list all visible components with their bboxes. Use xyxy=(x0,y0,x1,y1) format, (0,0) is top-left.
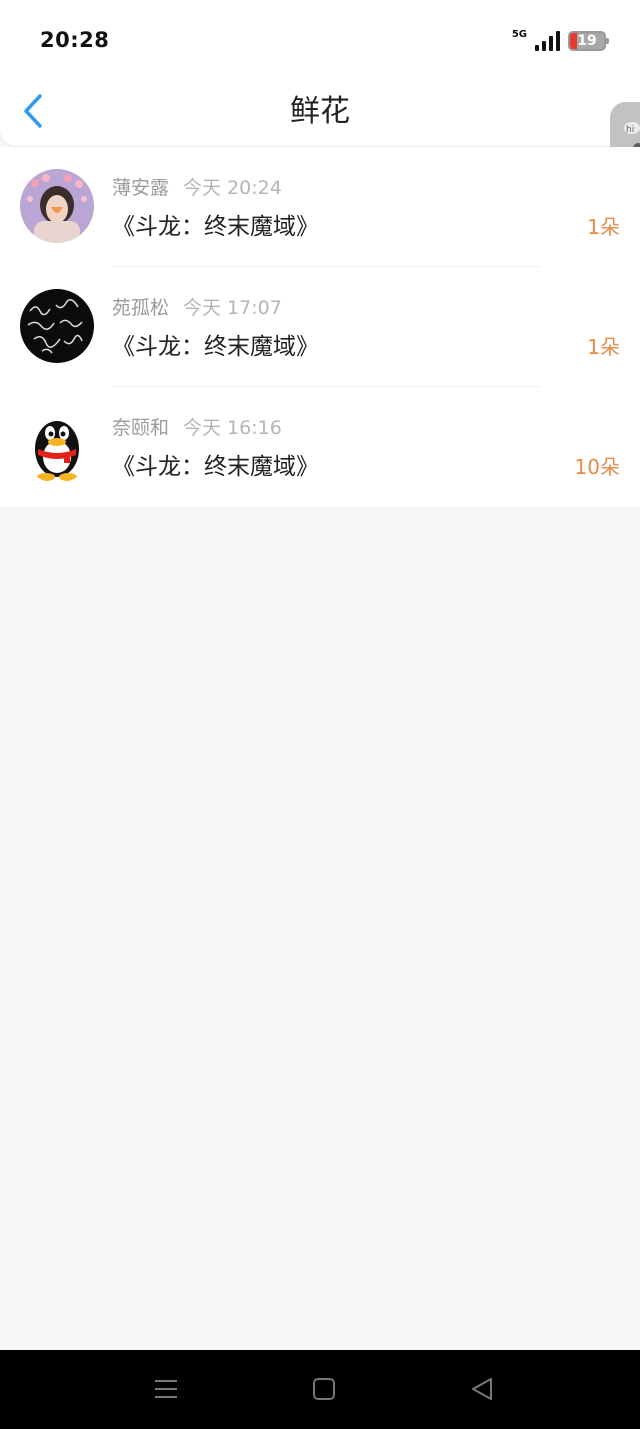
home-button[interactable] xyxy=(311,1376,337,1402)
gift-list: 薄安露 今天 20:24 《斗龙：终末魔域》 1朵 苑孤松 今天 17:07 《… xyxy=(0,147,640,507)
network-type: 5G xyxy=(511,29,527,40)
svg-text:hi: hi xyxy=(626,125,634,135)
avatar[interactable] xyxy=(20,409,94,483)
flower-count: 1朵 xyxy=(587,215,620,239)
gift-time: 今天 16:16 xyxy=(183,417,282,439)
screen: 20:28 5G 19 鲜花 hi 薄安露 今天 20:24 《斗龙：终末魔域》… xyxy=(0,0,640,1429)
flower-count: 10朵 xyxy=(574,455,620,479)
penguin-avatar-icon xyxy=(20,409,94,483)
sender-name[interactable]: 奈颐和 xyxy=(112,417,169,439)
home-icon xyxy=(313,1378,335,1400)
header: 20:28 5G 19 鲜花 xyxy=(0,0,640,146)
book-title[interactable]: 《斗龙：终末魔域》 xyxy=(112,327,319,361)
system-nav-bar xyxy=(0,1350,640,1429)
menu-icon xyxy=(155,1380,177,1398)
signal-icon xyxy=(535,31,560,51)
flower-count: 1朵 xyxy=(587,335,620,359)
gift-time: 今天 17:07 xyxy=(183,297,282,319)
list-item[interactable]: 薄安露 今天 20:24 《斗龙：终末魔域》 1朵 xyxy=(0,147,640,267)
battery-level: 19 xyxy=(577,33,597,49)
photo-avatar-icon xyxy=(20,169,94,243)
avatar[interactable] xyxy=(20,169,94,243)
gift-meta: 薄安露 今天 20:24 xyxy=(112,173,282,200)
back-nav-button[interactable] xyxy=(469,1376,495,1402)
gift-meta: 奈颐和 今天 16:16 xyxy=(112,413,282,440)
sender-name[interactable]: 苑孤松 xyxy=(112,297,169,319)
avatar[interactable] xyxy=(20,289,94,363)
gift-time: 今天 20:24 xyxy=(183,177,282,199)
status-icons: 5G 19 xyxy=(511,28,609,54)
list-item[interactable]: 苑孤松 今天 17:07 《斗龙：终末魔域》 1朵 xyxy=(0,267,640,387)
gift-meta: 苑孤松 今天 17:07 xyxy=(112,293,282,320)
book-title[interactable]: 《斗龙：终末魔域》 xyxy=(112,447,319,481)
back-triangle-icon xyxy=(472,1378,492,1400)
menu-button[interactable] xyxy=(153,1376,179,1402)
list-item[interactable]: 奈颐和 今天 16:16 《斗龙：终末魔域》 10朵 xyxy=(0,387,640,507)
sender-name[interactable]: 薄安露 xyxy=(112,177,169,199)
battery-icon: 19 xyxy=(568,31,609,51)
page-title: 鲜花 xyxy=(290,94,350,129)
status-time: 20:28 xyxy=(40,28,110,52)
book-title[interactable]: 《斗龙：终末魔域》 xyxy=(112,207,319,241)
signature-avatar-icon xyxy=(20,289,94,363)
